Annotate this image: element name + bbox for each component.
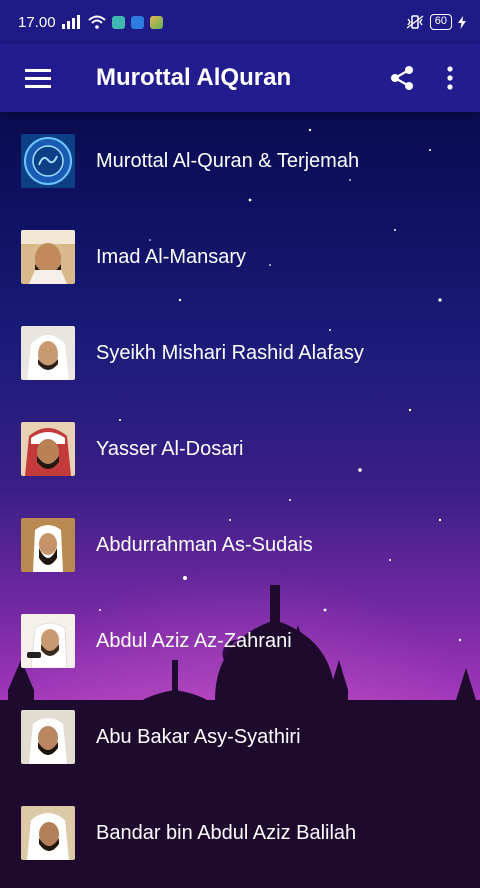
reciter-photo xyxy=(21,230,75,284)
reciter-photo xyxy=(21,710,75,764)
reciter-photo xyxy=(21,518,75,572)
reciter-name: Imad Al-Mansary xyxy=(96,245,247,268)
more-vert-icon xyxy=(447,66,453,90)
reciter-name: Abdul Aziz Az-Zahrani xyxy=(96,629,292,652)
charging-icon xyxy=(458,15,466,29)
reciter-photo xyxy=(21,614,75,668)
hamburger-menu-button[interactable] xyxy=(8,44,68,112)
status-left: 17.00 xyxy=(18,14,163,31)
status-right: 60 xyxy=(406,14,466,30)
status-bar: 17.00 60 xyxy=(0,0,480,44)
reciter-name: Bandar bin Abdul Aziz Balilah xyxy=(96,821,357,844)
reciter-list: Murottal Al-Quran & Terjemah Imad Al-Man… xyxy=(0,113,480,881)
reciter-name: Murottal Al-Quran & Terjemah xyxy=(96,149,360,172)
list-item-asy-syathiri[interactable]: Abu Bakar Asy-Syathiri xyxy=(0,689,480,785)
reciter-name: Abu Bakar Asy-Syathiri xyxy=(96,725,301,748)
share-icon xyxy=(391,66,413,90)
reciter-photo xyxy=(21,422,75,476)
app-bar: Murottal AlQuran xyxy=(0,44,480,112)
app-title: Murottal AlQuran xyxy=(96,64,292,91)
list-item-murottal-terjemah[interactable]: Murottal Al-Quran & Terjemah xyxy=(0,113,480,209)
shield-app-icon xyxy=(111,15,125,29)
vibrate-icon xyxy=(406,15,424,29)
list-item-as-sudais[interactable]: Abdurrahman As-Sudais xyxy=(0,497,480,593)
reciter-photo xyxy=(21,326,75,380)
battery-level: 60 xyxy=(429,14,452,30)
reciter-photo xyxy=(21,806,75,860)
reciter-name: Syeikh Mishari Rashid Alafasy xyxy=(96,341,364,364)
list-item-mishari-alafasy[interactable]: Syeikh Mishari Rashid Alafasy xyxy=(0,305,480,401)
list-item-balilah[interactable]: Bandar bin Abdul Aziz Balilah xyxy=(0,785,480,881)
signal-icon xyxy=(61,15,80,29)
hamburger-menu-icon xyxy=(25,69,51,88)
list-item-az-zahrani[interactable]: Abdul Aziz Az-Zahrani xyxy=(0,593,480,689)
share-button[interactable] xyxy=(378,44,426,112)
wifi-icon xyxy=(87,15,106,29)
app-screen: 17.00 60 Murottal AlQuran Murottal Al-Qu… xyxy=(0,0,480,888)
list-item-yasser-al-dosari[interactable]: Yasser Al-Dosari xyxy=(0,401,480,497)
vpn-app-icon xyxy=(130,15,144,29)
quran-logo-icon xyxy=(21,134,75,188)
gallery-app-icon xyxy=(149,15,163,29)
reciter-name: Yasser Al-Dosari xyxy=(96,437,244,460)
status-time: 17.00 xyxy=(18,13,56,31)
more-options-button[interactable] xyxy=(426,44,474,112)
list-item-imad-al-mansary[interactable]: Imad Al-Mansary xyxy=(0,209,480,305)
reciter-name: Abdurrahman As-Sudais xyxy=(96,533,313,556)
